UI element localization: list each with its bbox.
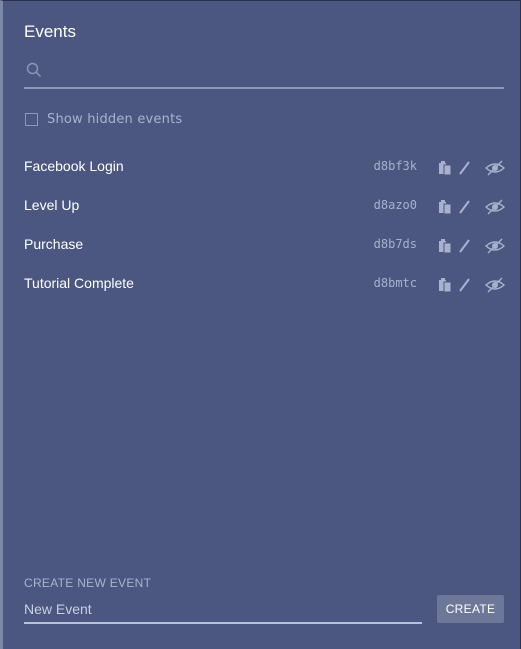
- clipboard-icon[interactable]: [436, 198, 454, 216]
- events-panel: Events Show hidden events Facebook Login…: [0, 0, 521, 649]
- event-id: d8b7ds: [373, 237, 417, 251]
- create-button[interactable]: CREATE: [437, 595, 504, 623]
- show-hidden-toggle[interactable]: Show hidden events: [25, 111, 182, 127]
- eye-icon[interactable]: [484, 276, 506, 294]
- event-list: Facebook Login d8bf3k Level Up d8azo0 Pu…: [24, 148, 506, 304]
- pencil-icon[interactable]: [456, 276, 474, 294]
- new-event-field: [24, 598, 422, 624]
- event-row: Tutorial Complete d8bmtc: [24, 265, 506, 304]
- event-row: Level Up d8azo0: [24, 187, 506, 226]
- clipboard-icon[interactable]: [436, 159, 454, 177]
- event-id: d8bf3k: [373, 159, 417, 173]
- clipboard-icon[interactable]: [436, 276, 454, 294]
- search-icon: [26, 62, 42, 78]
- search-bar: [24, 59, 504, 89]
- pencil-icon[interactable]: [456, 198, 474, 216]
- panel-title: Events: [24, 22, 76, 41]
- eye-icon[interactable]: [484, 159, 506, 177]
- event-name: Tutorial Complete: [24, 275, 134, 291]
- event-id: d8bmtc: [373, 276, 417, 290]
- event-row: Facebook Login d8bf3k: [24, 148, 506, 187]
- event-name: Level Up: [24, 197, 80, 213]
- new-event-input[interactable]: [24, 599, 420, 619]
- create-section-label: CREATE NEW EVENT: [24, 576, 152, 590]
- eye-icon[interactable]: [484, 198, 506, 216]
- show-hidden-checkbox[interactable]: [25, 112, 38, 126]
- event-name: Purchase: [24, 236, 84, 252]
- search-input[interactable]: [50, 61, 504, 85]
- clipboard-icon[interactable]: [436, 237, 454, 255]
- pencil-icon[interactable]: [456, 159, 474, 177]
- eye-icon[interactable]: [484, 237, 506, 255]
- event-id: d8azo0: [373, 198, 417, 212]
- show-hidden-label: Show hidden events: [47, 111, 183, 127]
- event-name: Facebook Login: [24, 158, 124, 174]
- pencil-icon[interactable]: [456, 237, 474, 255]
- event-row: Purchase d8b7ds: [24, 226, 506, 265]
